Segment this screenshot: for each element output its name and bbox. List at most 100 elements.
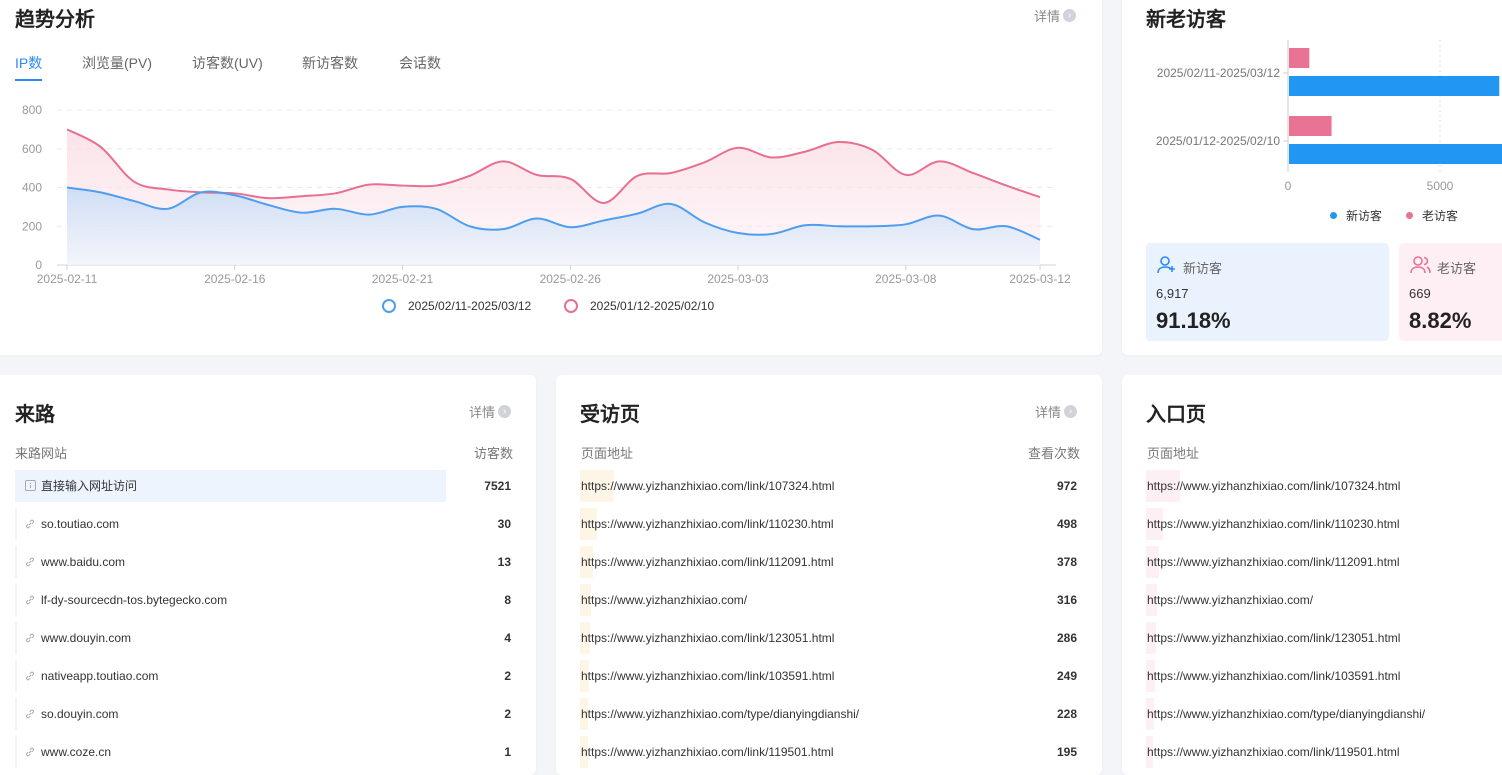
page-view-count: 228	[1056, 707, 1077, 721]
page-url-link[interactable]: https://www.yizhanzhixiao.com/link/11209…	[1147, 546, 1400, 578]
entry-page-row[interactable]: https://www.yizhanzhixiao.com/type/diany…	[1146, 698, 1502, 730]
chevron-right-icon: ›	[498, 405, 512, 418]
visited-page-row[interactable]: https://www.yizhanzhixiao.com/type/diany…	[580, 698, 1077, 730]
entry-page-row[interactable]: https://www.yizhanzhixiao.com/link/11950…	[1146, 736, 1502, 768]
referrer-row[interactable]: so.toutiao.com 30	[15, 508, 511, 540]
link-icon	[25, 623, 35, 643]
referrer-site[interactable]: nativeapp.toutiao.com	[41, 669, 158, 683]
entry-page-row[interactable]: https://www.yizhanzhixiao.com/link/10732…	[1146, 470, 1502, 502]
page-url-link[interactable]: https://www.yizhanzhixiao.com/link/11950…	[581, 736, 834, 768]
referrer-site[interactable]: www.coze.cn	[41, 745, 111, 759]
page-url-link[interactable]: https://www.yizhanzhixiao.com/	[1147, 584, 1313, 616]
page-view-count: 972	[1056, 479, 1077, 493]
page-url-link[interactable]: https://www.yizhanzhixiao.com/type/diany…	[581, 698, 859, 730]
row-share-bar	[15, 736, 17, 768]
visitors-bar-chart: 05000102025/02/11-2025/03/122025/01/12-2…	[1156, 40, 1502, 193]
referrer-row[interactable]: www.baidu.com 13	[15, 546, 511, 578]
entry-page-row[interactable]: https://www.yizhanzhixiao.com/link/11023…	[1146, 508, 1502, 540]
link-icon	[25, 547, 35, 567]
legend-dot-icon	[1330, 212, 1337, 219]
page-url-link[interactable]: https://www.yizhanzhixiao.com/link/12305…	[1147, 622, 1400, 654]
entry-page-row[interactable]: https://www.yizhanzhixiao.com/link/12305…	[1146, 622, 1502, 654]
trend-legend-item-2[interactable]: 2025/01/12-2025/02/10	[564, 299, 714, 313]
visited-page-row[interactable]: https://www.yizhanzhixiao.com/link/12305…	[580, 622, 1077, 654]
referrer-row[interactable]: 直接输入网址访问 7521	[15, 470, 511, 502]
referrer-row[interactable]: nativeapp.toutiao.com 2	[15, 660, 511, 692]
referrer-label: www.douyin.com	[25, 622, 131, 654]
page-view-count: 249	[1056, 669, 1077, 683]
bar-new-visitor	[1289, 76, 1500, 96]
detail-label: 详情	[1034, 9, 1061, 24]
new-visitor-count: 6,917	[1156, 286, 1189, 301]
page-url-link[interactable]: https://www.yizhanzhixiao.com/link/10359…	[1147, 660, 1400, 692]
referrer-row[interactable]: www.coze.cn 1	[15, 736, 511, 768]
legend-circle-icon	[382, 299, 396, 313]
bar-old-visitor	[1289, 116, 1332, 136]
visitors-legend-old[interactable]: 老访客	[1406, 207, 1458, 224]
link-icon	[25, 509, 35, 529]
page-view-count: 498	[1056, 517, 1077, 531]
referrer-row[interactable]: www.douyin.com 4	[15, 622, 511, 654]
legend-label: 2025/02/11-2025/03/12	[408, 299, 532, 313]
new-visitor-stat-card: 新访客 6,917 91.18%	[1146, 243, 1389, 341]
page-view-count: 195	[1056, 745, 1077, 759]
category-label: 2025/01/12-2025/02/10	[1156, 134, 1280, 148]
referrer-site[interactable]: www.douyin.com	[41, 631, 131, 645]
referrer-label: www.baidu.com	[25, 546, 125, 578]
visited-page-row[interactable]: https://www.yizhanzhixiao.com/link/10732…	[580, 470, 1077, 502]
entry-page-row[interactable]: https://www.yizhanzhixiao.com/link/11209…	[1146, 546, 1502, 578]
page-url-link[interactable]: https://www.yizhanzhixiao.com/link/11950…	[1147, 736, 1400, 768]
bar-new-visitor	[1289, 144, 1502, 164]
referrer-label: so.toutiao.com	[25, 508, 119, 540]
page-url-link[interactable]: https://www.yizhanzhixiao.com/	[581, 584, 747, 616]
visited-page-row[interactable]: https://www.yizhanzhixiao.com/link/11209…	[580, 546, 1077, 578]
page-view-count: 286	[1056, 631, 1077, 645]
trend-detail-link[interactable]: 详情 ›	[1034, 6, 1077, 25]
entry-page-row[interactable]: https://www.yizhanzhixiao.com/link/10359…	[1146, 660, 1502, 692]
referrer-site[interactable]: so.douyin.com	[41, 707, 118, 721]
visited-page-row[interactable]: https://www.yizhanzhixiao.com/link/11023…	[580, 508, 1077, 540]
page-url-link[interactable]: https://www.yizhanzhixiao.com/link/11023…	[1147, 508, 1400, 540]
referrer-site[interactable]: 直接输入网址访问	[41, 479, 137, 493]
visited-page-row[interactable]: https://www.yizhanzhixiao.com/link/10359…	[580, 660, 1077, 692]
referrers-detail-link[interactable]: 详情 ›	[469, 402, 512, 421]
page-url-link[interactable]: https://www.yizhanzhixiao.com/link/10732…	[581, 470, 834, 502]
visited-page-row[interactable]: https://www.yizhanzhixiao.com/316	[580, 584, 1077, 616]
visited-pages-detail-link[interactable]: 详情 ›	[1035, 402, 1078, 421]
page-url-link[interactable]: https://www.yizhanzhixiao.com/link/10359…	[581, 660, 834, 692]
referrers-col-site: 来路网站	[15, 446, 68, 461]
tab-ip-count[interactable]: IP数	[15, 53, 42, 73]
page-url-link[interactable]: https://www.yizhanzhixiao.com/type/diany…	[1147, 698, 1425, 730]
visitors-title: 新老访客	[1146, 9, 1226, 31]
page-url-link[interactable]: https://www.yizhanzhixiao.com/link/11023…	[581, 508, 834, 540]
referrer-row[interactable]: so.douyin.com 2	[15, 698, 511, 730]
visitors-legend-new[interactable]: 新访客	[1330, 207, 1382, 224]
referrer-site[interactable]: so.toutiao.com	[41, 517, 119, 531]
entry-page-row[interactable]: https://www.yizhanzhixiao.com/	[1146, 584, 1502, 616]
visited-page-row[interactable]: https://www.yizhanzhixiao.com/link/11950…	[580, 736, 1077, 768]
page-url-link[interactable]: https://www.yizhanzhixiao.com/link/10732…	[1147, 470, 1400, 502]
row-share-bar	[15, 698, 17, 730]
info-icon	[25, 471, 36, 491]
category-label: 2025/02/11-2025/03/12	[1157, 66, 1281, 80]
referrer-count: 1	[504, 745, 511, 759]
add-user-icon	[1157, 255, 1177, 280]
tab-visitors[interactable]: 访客数(UV)	[192, 53, 263, 73]
bar-old-visitor	[1289, 48, 1310, 68]
referrer-count: 2	[504, 669, 511, 683]
page-view-count: 316	[1056, 593, 1077, 607]
tab-pageviews[interactable]: 浏览量(PV)	[82, 53, 152, 73]
page-url-link[interactable]: https://www.yizhanzhixiao.com/link/12305…	[581, 622, 834, 654]
referrer-count: 7521	[484, 479, 511, 493]
trend-legend-item-1[interactable]: 2025/02/11-2025/03/12	[382, 299, 531, 313]
x-tick-label: 2025-02-16	[204, 272, 266, 286]
tab-new-visitors[interactable]: 新访客数	[302, 53, 358, 73]
row-share-bar	[15, 546, 17, 578]
y-tick-label: 200	[22, 219, 42, 233]
referrer-site[interactable]: www.baidu.com	[41, 555, 125, 569]
link-icon	[25, 737, 35, 757]
referrer-site[interactable]: lf-dy-sourcecdn-tos.bytegecko.com	[41, 593, 227, 607]
page-url-link[interactable]: https://www.yizhanzhixiao.com/link/11209…	[581, 546, 834, 578]
tab-sessions[interactable]: 会话数	[399, 53, 441, 73]
referrer-row[interactable]: lf-dy-sourcecdn-tos.bytegecko.com 8	[15, 584, 511, 616]
